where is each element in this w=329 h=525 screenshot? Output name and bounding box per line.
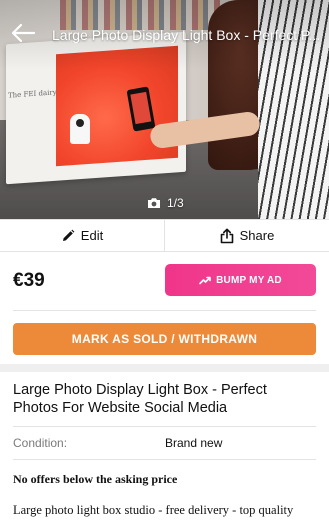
- listing-price: €39: [13, 270, 45, 291]
- condition-label: Condition:: [13, 436, 68, 450]
- share-button[interactable]: Share: [164, 220, 329, 251]
- back-button[interactable]: [10, 22, 36, 44]
- condition-row: Condition: Brand new: [13, 426, 316, 460]
- offers-note: No offers below the asking price: [13, 472, 178, 486]
- page-title: Large Photo Display Light Box - Perfect …: [52, 27, 321, 43]
- camera-icon: [148, 198, 160, 208]
- edit-button[interactable]: Edit: [0, 220, 164, 251]
- mark-as-sold-button[interactable]: MARK AS SOLD / WITHDRAWN: [13, 323, 316, 355]
- security-camera-product: [70, 114, 90, 144]
- edit-label: Edit: [80, 228, 104, 243]
- ad-description: Large photo light box studio - free deli…: [13, 503, 294, 517]
- condition-value: Brand new: [165, 436, 223, 450]
- photo-counter-text: 1/3: [167, 196, 184, 210]
- pencil-icon: [62, 229, 75, 241]
- section-separator: [0, 364, 329, 372]
- bump-label: BUMP MY AD: [216, 274, 282, 286]
- share-label: Share: [239, 228, 275, 243]
- action-row: Edit Share: [0, 219, 329, 252]
- trending-up-icon: [199, 276, 211, 284]
- bump-my-ad-button[interactable]: BUMP MY AD: [165, 264, 316, 296]
- arrow-left-icon: [11, 23, 36, 43]
- share-icon: [220, 228, 233, 243]
- photo-counter: 1/3: [147, 196, 184, 210]
- divider: [13, 310, 316, 311]
- ad-title: Large Photo Display Light Box - Perfect …: [13, 382, 267, 416]
